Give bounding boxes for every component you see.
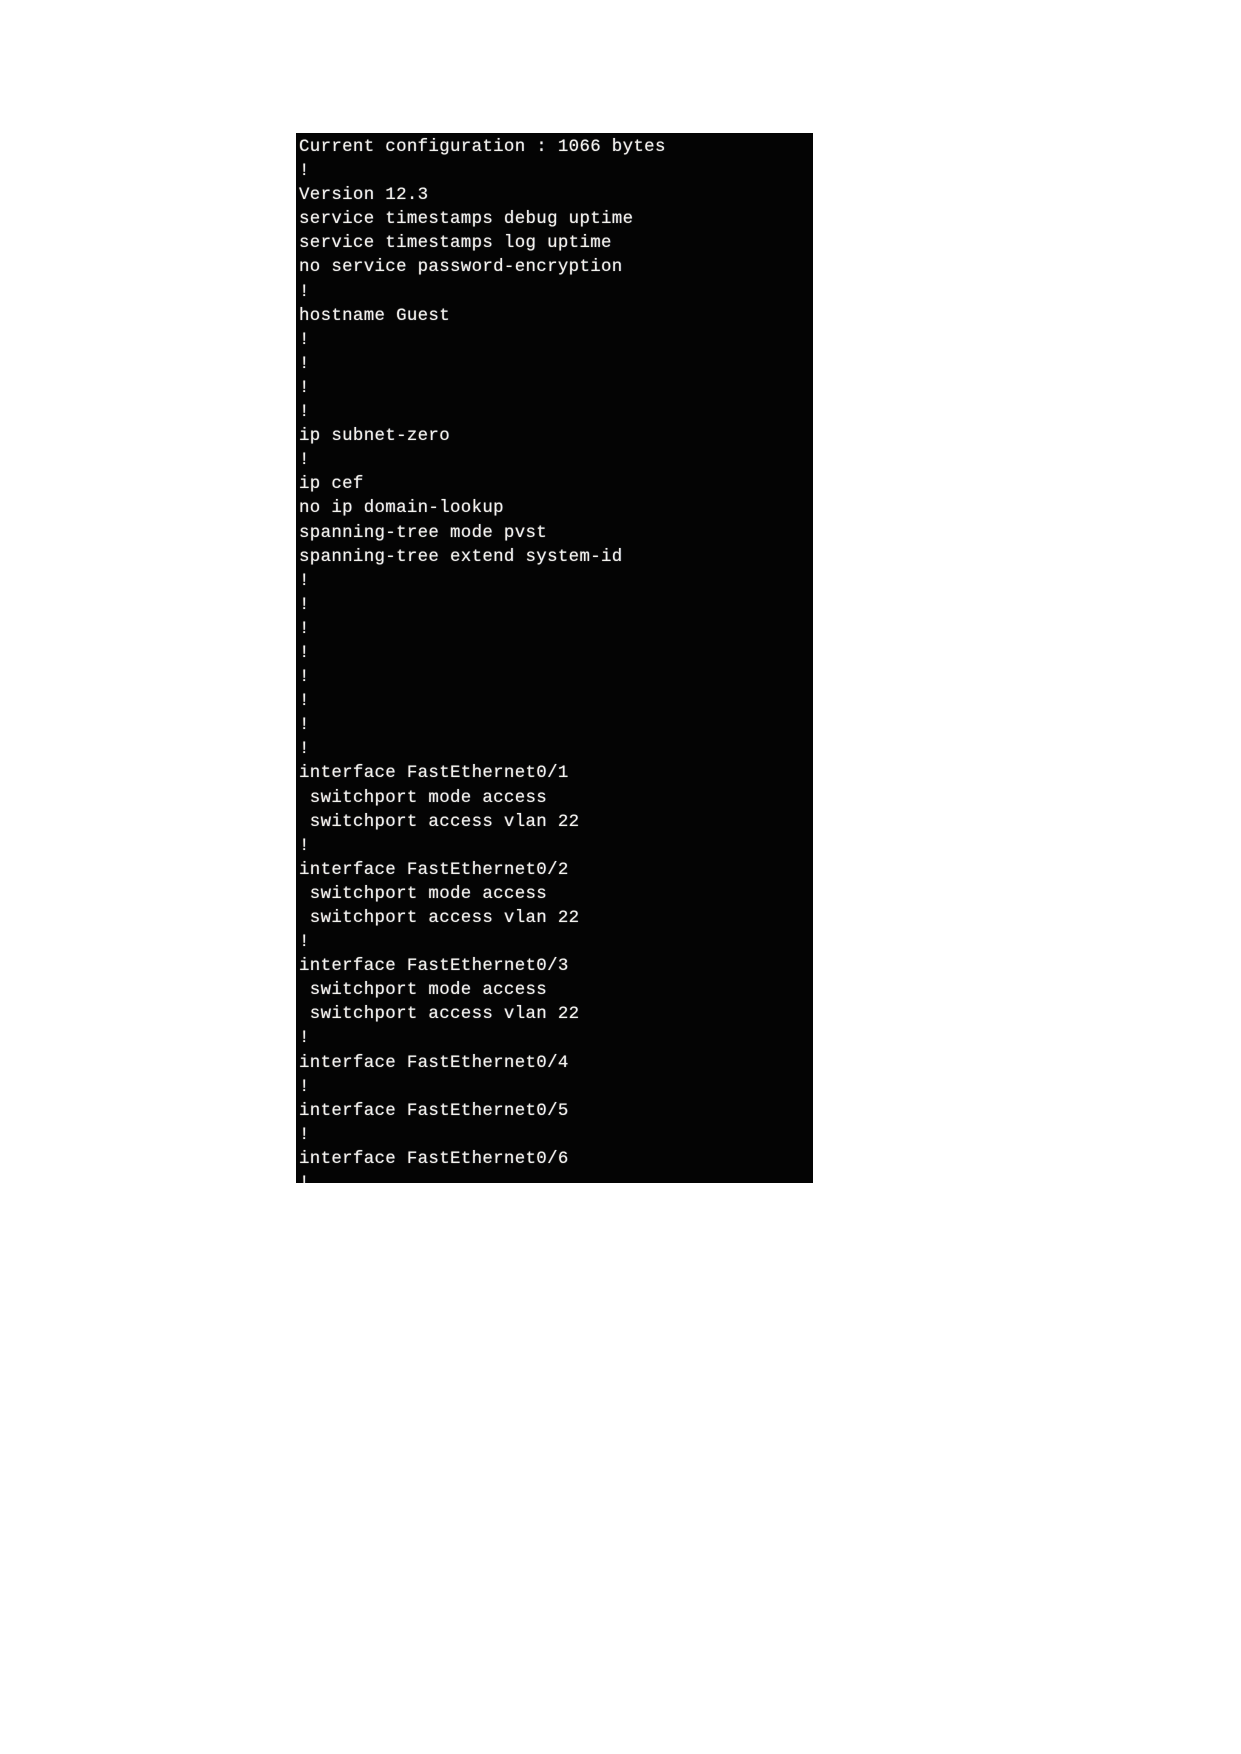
terminal-line: !	[299, 1077, 310, 1097]
terminal-line: !	[299, 403, 310, 423]
terminal-line: switchport mode access	[299, 788, 548, 808]
terminal-line: interface FastEthernet0/5	[299, 1101, 569, 1121]
terminal-line: switchport access vlan 22	[299, 812, 580, 832]
terminal-line: interface FastEthernet0/4	[299, 1053, 569, 1073]
terminal-line: !	[299, 740, 310, 760]
terminal-line: !	[299, 692, 310, 712]
terminal-line: !	[299, 619, 310, 639]
terminal-line: spanning-tree extend system-id	[299, 547, 623, 567]
terminal-line: interface FastEthernet0/3	[299, 957, 569, 977]
terminal-line: !	[299, 668, 310, 688]
terminal-line: no ip domain-lookup	[299, 499, 504, 519]
terminal-line: Version 12.3	[299, 186, 429, 206]
terminal-line: !	[299, 571, 310, 591]
terminal-line: hostname Guest	[299, 306, 451, 326]
terminal-output-window[interactable]: Current configuration : 1066 bytes! Versi…	[296, 133, 813, 1183]
terminal-line: !	[299, 716, 310, 736]
terminal-line: !	[299, 1172, 813, 1183]
terminal-line: !	[299, 451, 310, 471]
document-page: Current configuration : 1066 bytes! Versi…	[0, 0, 1241, 1754]
terminal-line: switchport access vlan 22	[299, 1005, 580, 1025]
terminal-line: Current configuration : 1066 bytes	[299, 138, 666, 157]
terminal-line: switchport mode access	[299, 981, 548, 1001]
terminal-line: switchport mode access	[299, 884, 548, 904]
terminal-line: spanning-tree mode pvst	[299, 523, 548, 543]
terminal-line: interface FastEthernet0/2	[299, 860, 569, 880]
terminal-line: ip subnet-zero	[299, 427, 451, 447]
terminal-line: !	[299, 1125, 310, 1145]
terminal-line: !	[299, 330, 310, 350]
terminal-line: !	[299, 282, 310, 302]
terminal-line: !	[299, 354, 310, 374]
terminal-config-text: Current configuration : 1066 bytes! Versi…	[299, 136, 813, 1183]
terminal-line: !	[299, 378, 310, 398]
terminal-line: interface FastEthernet0/6	[299, 1149, 569, 1169]
terminal-line: service timestamps debug uptime	[299, 210, 634, 230]
terminal-line: !	[299, 836, 310, 856]
terminal-line: ip cef	[299, 475, 364, 495]
terminal-line: no service password-encryption	[299, 258, 623, 278]
terminal-line: !	[299, 162, 310, 182]
terminal-line: !	[299, 595, 310, 615]
terminal-line: interface FastEthernet0/1	[299, 764, 569, 784]
terminal-line: !	[299, 933, 310, 953]
terminal-line: switchport access vlan 22	[299, 909, 580, 928]
terminal-line: service timestamps log uptime	[299, 234, 612, 254]
terminal-line: !	[299, 1029, 310, 1049]
terminal-line: !	[299, 643, 310, 663]
